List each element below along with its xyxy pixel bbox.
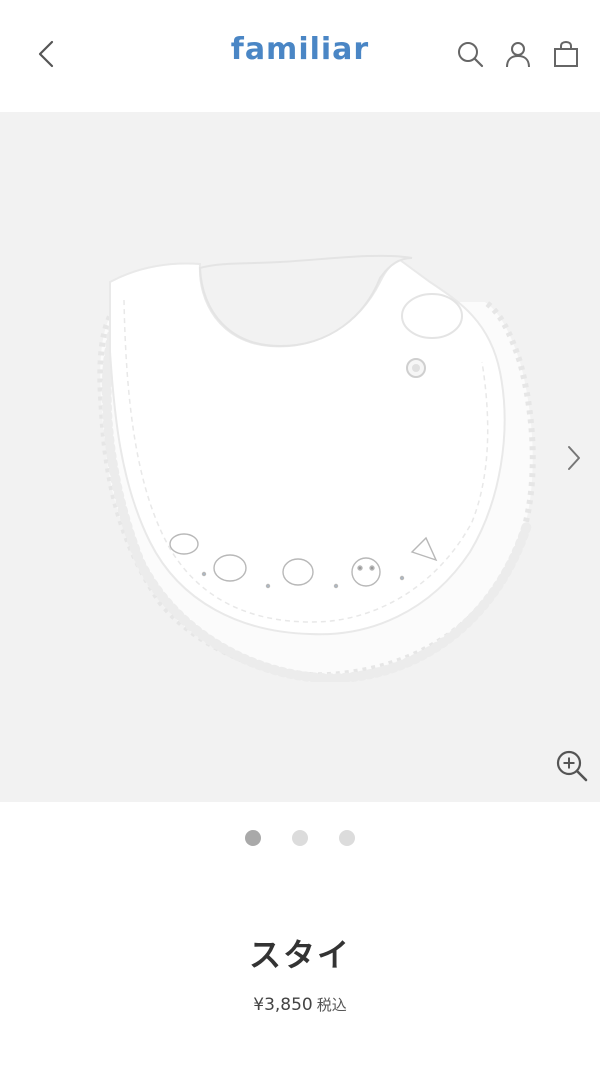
header-actions [452, 36, 584, 72]
bag-icon [554, 40, 578, 67]
cart-button[interactable] [548, 36, 584, 72]
product-price: ¥3,850 [253, 995, 313, 1015]
zoom-in-icon [556, 750, 588, 782]
chevron-right-icon [568, 446, 580, 470]
search-button[interactable] [452, 36, 488, 72]
next-image-button[interactable] [556, 438, 592, 478]
pagination-dot-1[interactable] [245, 830, 261, 846]
account-button[interactable] [500, 36, 536, 72]
pagination-dot-2[interactable] [292, 830, 308, 846]
zoom-button[interactable] [550, 744, 594, 788]
gallery-pagination [0, 830, 600, 846]
search-icon [458, 42, 484, 68]
tax-label: 税込 [316, 996, 347, 1014]
user-icon [506, 42, 530, 68]
site-header: familiar [0, 0, 600, 112]
product-image[interactable] [80, 242, 540, 682]
product-gallery[interactable] [0, 112, 600, 802]
pagination-dot-3[interactable] [339, 830, 355, 846]
price-line: ¥3,850 税込 [0, 994, 600, 1015]
product-name: スタイ [248, 936, 351, 974]
